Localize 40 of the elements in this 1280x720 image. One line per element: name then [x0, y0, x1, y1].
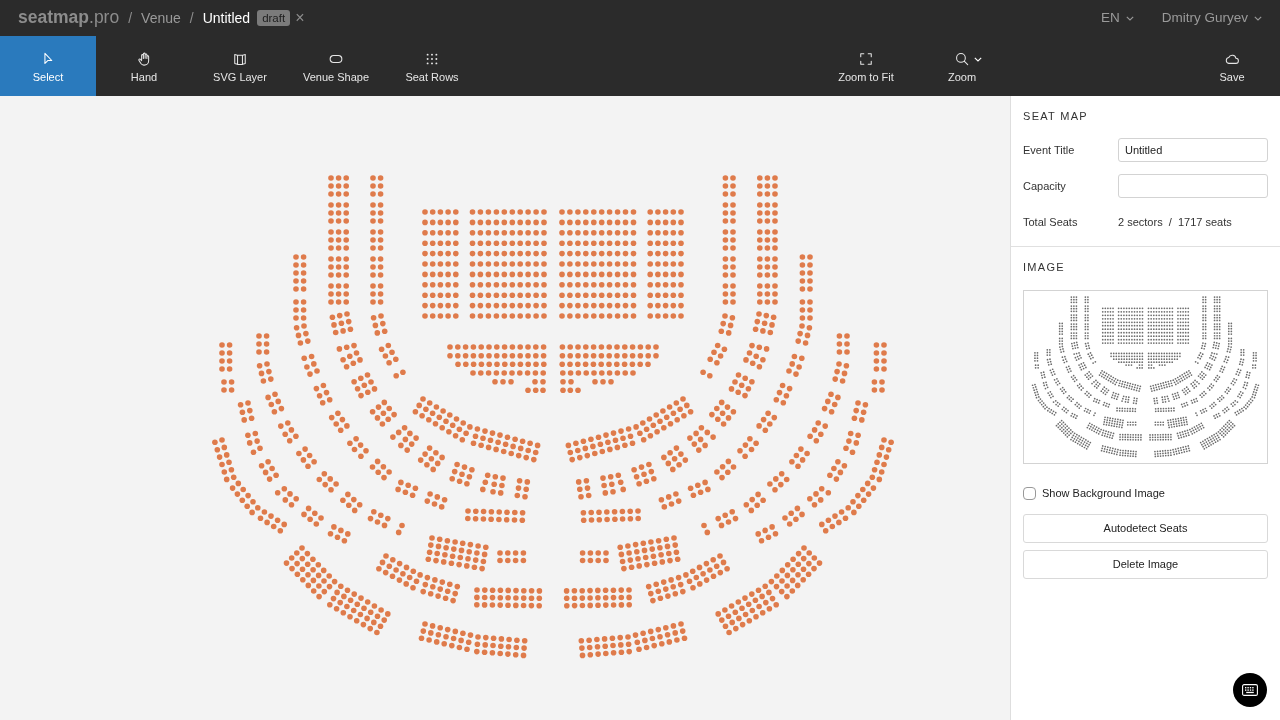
tool-button[interactable]: SVG Layer	[192, 36, 288, 96]
action-button[interactable]: Delete Image	[1023, 550, 1268, 579]
action-button[interactable]: Autodetect Seats	[1023, 514, 1268, 543]
text-field[interactable]	[1118, 174, 1268, 198]
tool-button[interactable]: Venue Shape	[288, 36, 384, 96]
tool-button[interactable]: Select	[0, 36, 96, 96]
status-badge: draft	[257, 9, 291, 27]
seat-count-text: 2 sectors / 1717 seats	[1118, 214, 1232, 230]
chevron-down-icon	[1254, 15, 1262, 21]
hand-icon	[137, 52, 151, 66]
save-button[interactable]: Save	[1184, 36, 1280, 96]
folded-map-icon	[233, 52, 247, 66]
field-label: Event Title	[1023, 142, 1076, 158]
breadcrumb-current: Untitled	[202, 8, 251, 28]
rounded-rectangle-icon	[329, 52, 343, 66]
tool-button[interactable]: Zoom	[914, 36, 1010, 96]
field-label: Capacity	[1023, 178, 1067, 194]
breadcrumb-link[interactable]: Venue	[141, 7, 181, 29]
breadcrumb-separator: /	[189, 8, 194, 28]
magnifier-icon	[955, 52, 969, 66]
section-heading: IMAGE	[1023, 260, 1066, 275]
pointer-icon	[41, 52, 55, 66]
dot-grid-icon	[425, 52, 439, 66]
text-field[interactable]: Untitled	[1118, 138, 1268, 162]
checkbox-label: Show Background Image	[1042, 485, 1165, 501]
close-button[interactable]: ×	[295, 10, 305, 26]
fit-corners-icon	[859, 52, 873, 66]
chevron-down-icon	[1125, 15, 1134, 21]
breadcrumb-separator: /	[128, 8, 133, 28]
tool-button[interactable]: Hand	[96, 36, 192, 96]
cloud-icon	[1225, 52, 1239, 66]
user-menu[interactable]: Dmitry Guryev	[1161, 7, 1262, 29]
language-dropdown[interactable]: EN	[1100, 7, 1134, 29]
tool-button[interactable]: Seat Rows	[384, 36, 480, 96]
tool-button[interactable]: Zoom to Fit	[818, 36, 914, 96]
checkbox[interactable]	[1023, 486, 1036, 500]
logo: seatmap.pro	[18, 9, 120, 27]
section-heading: SEAT MAP	[1023, 109, 1089, 124]
field-label: Total Seats	[1023, 214, 1079, 230]
keyboard-icon	[1242, 684, 1258, 696]
